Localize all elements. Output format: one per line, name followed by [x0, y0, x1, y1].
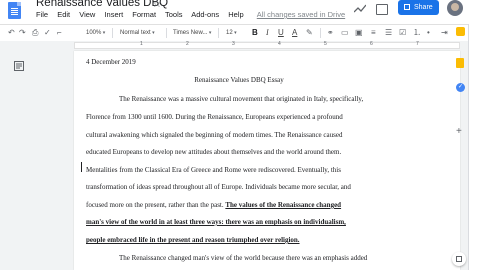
menu-edit[interactable]: Edit [57, 10, 70, 19]
paragraph-line: educated Europeans to develop new attitu… [86, 148, 342, 156]
indent-icon[interactable]: ⇥ [441, 27, 448, 39]
share-button[interactable]: Share [398, 0, 439, 15]
menu-file[interactable]: File [36, 10, 48, 19]
italic-button[interactable]: I [266, 27, 269, 39]
ruler-number: 3 [232, 41, 235, 47]
ruler-bar[interactable] [74, 42, 460, 49]
paint-format-icon[interactable]: ⌐ [57, 27, 62, 39]
share-label: Share [414, 4, 433, 11]
explore-icon[interactable] [452, 252, 466, 266]
style-select[interactable]: Normal text [120, 27, 155, 39]
paragraph-line: Florence from 1300 until 1600. During th… [86, 113, 343, 121]
document-outline-icon[interactable] [14, 61, 24, 71]
activity-dashboard-icon[interactable] [354, 4, 366, 14]
calendar-icon[interactable] [456, 27, 465, 36]
checklist-icon[interactable]: ☑ [399, 27, 406, 39]
link-icon[interactable]: ⚭ [327, 27, 334, 39]
document-page[interactable]: 4 December 2019 Renaissance Values DBQ E… [74, 51, 460, 270]
menu-view[interactable]: View [79, 10, 95, 19]
align-icon[interactable]: ≡ [371, 27, 376, 39]
text-color-button[interactable]: A [292, 27, 297, 39]
paragraph-line: The Renaissance was a massive cultural m… [119, 95, 364, 103]
underline-button[interactable]: U [278, 27, 284, 39]
menu-help[interactable]: Help [228, 10, 243, 19]
menu-tools[interactable]: Tools [165, 10, 183, 19]
bold-button[interactable]: B [252, 27, 258, 39]
spellcheck-icon[interactable]: ✓ [44, 27, 51, 39]
menu-addons[interactable]: Add-ons [191, 10, 219, 19]
document-title[interactable]: Renaissance Values DBQ [36, 0, 168, 9]
app-header: Renaissance Values DBQ ☆ File Edit View … [0, 0, 480, 24]
toolbar-divider [218, 28, 219, 38]
add-addon-icon[interactable]: + [456, 126, 462, 137]
paragraph-line: focused more on the present, rather than… [86, 201, 341, 209]
paragraph-line: cultural awakening which signaled the be… [86, 131, 343, 139]
image-icon[interactable]: ▣ [355, 27, 363, 39]
text-cursor [81, 162, 82, 172]
ruler-number: 6 [370, 41, 373, 47]
thesis-text: The values of the Renaissance changed [225, 201, 342, 209]
docs-logo-icon[interactable] [8, 2, 21, 19]
menu-bar: File Edit View Insert Format Tools Add-o… [36, 10, 352, 19]
tasks-icon[interactable]: ✓ [456, 83, 465, 92]
keep-icon[interactable] [456, 58, 464, 68]
ruler-number: 2 [186, 41, 189, 47]
side-panel [468, 24, 480, 270]
lock-icon [404, 4, 410, 11]
bulleted-list-icon[interactable]: • [427, 27, 430, 39]
font-size-select[interactable]: 12 [226, 27, 237, 39]
toolbar-divider [320, 28, 321, 38]
redo-icon[interactable]: ↷ [19, 27, 26, 39]
ruler-number: 4 [278, 41, 281, 47]
ruler-number: 5 [324, 41, 327, 47]
line-spacing-icon[interactable]: ☰ [385, 27, 392, 39]
highlight-icon[interactable]: ✎ [306, 27, 313, 39]
ruler-number: 7 [416, 41, 419, 47]
font-select[interactable]: Times New... [173, 27, 211, 39]
menu-insert[interactable]: Insert [104, 10, 123, 19]
document-heading: Renaissance Values DBQ Essay [194, 76, 284, 84]
ruler: 1 2 3 4 5 6 7 [0, 41, 468, 50]
paragraph-line: The Renaissance changed man's view of th… [119, 254, 368, 262]
paragraph-text: focused more on the present, rather than… [86, 201, 224, 209]
menu-format[interactable]: Format [132, 10, 156, 19]
document-date: 4 December 2019 [86, 58, 136, 66]
zoom-select[interactable]: 100% [86, 27, 105, 39]
save-status[interactable]: All changes saved in Drive [257, 10, 345, 19]
print-icon[interactable]: ⎙ [32, 27, 38, 39]
comment-add-icon[interactable]: ▭ [341, 27, 349, 39]
undo-icon[interactable]: ↶ [8, 27, 15, 39]
paragraph-line: Mentalities from the Classical Era of Gr… [86, 166, 341, 174]
toolbar: ↶ ↷ ⎙ ✓ ⌐ 100% Normal text Times New... … [0, 24, 468, 42]
toolbar-divider [112, 28, 113, 38]
comments-icon[interactable] [376, 4, 388, 15]
star-icon[interactable]: ☆ [152, 0, 162, 10]
toolbar-divider [166, 28, 167, 38]
thesis-line: man's view of the world in at least thre… [86, 218, 346, 226]
avatar[interactable] [447, 0, 463, 16]
numbered-list-icon[interactable]: ⒈ [413, 27, 421, 39]
thesis-line: people embraced life in the present and … [86, 236, 300, 244]
paragraph-line: transformation of ideas spread throughou… [86, 183, 351, 191]
ruler-number: 1 [140, 41, 143, 47]
